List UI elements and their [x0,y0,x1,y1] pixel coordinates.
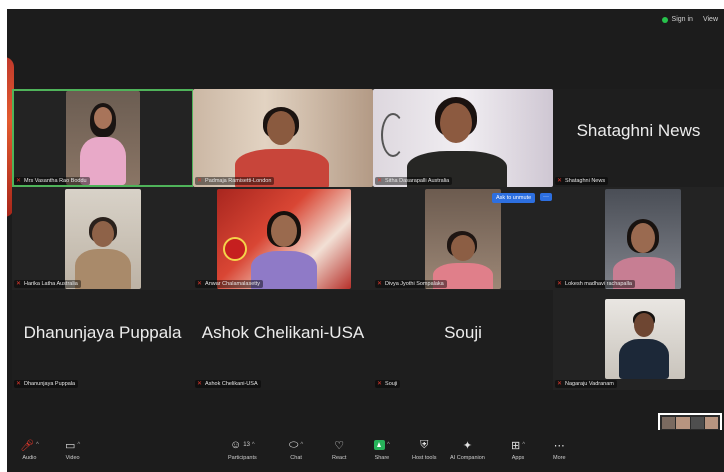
mic-muted-icon: ✕ [197,381,203,387]
meeting-toolbar: 🎤︎ ^ Audio ▭ ^ Video ☺ 13 ^ Participants ⬭ ^ … [7,430,724,472]
mic-muted-icon: ✕ [557,281,563,287]
mic-muted-icon: ✕ [197,281,203,287]
signin-label: Sign in [671,16,693,23]
video-button[interactable]: ▭ ^ Video [65,438,80,462]
host-tools-button[interactable]: ⛨ Host tools [412,438,436,462]
participant-display-name: Souji [444,323,482,342]
status-dot-icon [661,16,668,23]
chevron-up-icon[interactable]: ^ [252,442,255,448]
participants-icon: ☺ [230,439,242,451]
participant-name-label: ✕ Lokesh madhavi rachapalla [555,280,635,288]
sparkle-icon: ✦ [462,439,473,452]
shield-icon: ⛨ [420,438,429,451]
more-options-button[interactable]: ··· [540,193,552,201]
participant-tile[interactable]: ✕ Nagaraju Vadranam [553,290,724,390]
participant-video [217,189,351,289]
participant-tile[interactable]: Ask to unmute ··· ✕ Divya Jyothi Sompala… [373,187,553,290]
mic-muted-icon: ✕ [557,381,563,387]
chat-button[interactable]: ⬭ ^ Chat [289,438,303,462]
mic-muted-icon: ✕ [197,178,203,184]
participant-video [605,189,681,289]
heart-icon: ♡ [334,439,345,452]
chevron-up-icon[interactable]: ^ [522,442,525,448]
participant-tile[interactable]: Shataghni News ✕ Shataghni News [553,89,724,187]
participant-video [605,299,685,379]
mic-muted-icon: ✕ [16,381,22,387]
chevron-up-icon[interactable]: ^ [387,442,390,448]
apps-icon: ⊞ [511,439,521,452]
microphone-muted-icon: 🎤︎ [20,439,34,452]
participant-name-label: ✕ Souji [375,380,401,388]
apps-button[interactable]: ⊞ ^ Apps [511,438,525,462]
participant-tile[interactable]: ✕ Padmaja Ramisetti-London [193,89,373,187]
participant-display-name: Shataghni News [576,121,701,140]
participant-tile[interactable]: ✕ Harika Latha Australia [12,187,193,290]
participant-name-label: ✕ Dhanunjaya Puppala [14,380,79,388]
chat-icon: ⬭ [289,438,299,451]
share-screen-icon [374,440,385,450]
participant-name-label: ✕ Anwar Chalamalasetty [195,280,264,288]
mic-muted-icon: ✕ [377,381,383,387]
participant-name-label: ✕ Ashok Chelikani-USA [195,380,261,388]
top-bar: Sign in View [7,9,724,35]
participant-name-label: ✕ Harika Latha Australia [14,280,81,288]
participant-video [65,189,141,289]
signin-status[interactable]: Sign in View [661,16,718,23]
participant-name-label: ✕ Shataghni News [555,177,609,185]
participants-button[interactable]: ☺ 13 ^ Participants [228,438,257,461]
participant-video [425,189,501,289]
participant-name-label: ✕ Padmaja Ramisetti-London [195,177,275,185]
chevron-up-icon[interactable]: ^ [300,442,303,448]
mic-muted-icon: ✕ [16,178,22,184]
camera-icon: ▭ [65,439,76,452]
participant-name-label: ✕ Sitha Dasarapalli Australia [375,177,453,185]
mic-muted-icon: ✕ [377,178,383,184]
participant-display-name: Ashok Chelikani-USA [201,323,365,342]
audio-button[interactable]: 🎤︎ ^ Audio [20,438,39,462]
participant-tile[interactable]: Dhanunjaya Puppala ✕ Dhanunjaya Puppala [12,290,193,390]
participant-name-label: ✕ Divya Jyothi Sompalaka [375,280,447,288]
zoom-meeting-window: Sign in View ✕ Mrs Vasantha Rao Boddu ✕ … [7,9,724,472]
participant-video [193,89,373,187]
chevron-up-icon[interactable]: ^ [36,442,39,448]
participant-tile[interactable]: ✕ Anwar Chalamalasetty [193,187,373,290]
participant-display-name: Dhanunjaya Puppala [23,323,182,342]
participant-name-label: ✕ Nagaraju Vadranam [555,380,617,388]
mic-muted-icon: ✕ [557,178,563,184]
participant-video [66,91,140,185]
participant-tile[interactable]: Souji ✕ Souji [373,290,553,390]
share-button[interactable]: ^ Share [374,438,390,461]
mic-muted-icon: ✕ [16,281,22,287]
more-button[interactable]: ⋯ More [553,438,566,462]
participant-video [373,89,553,187]
participant-tile[interactable]: ✕ Mrs Vasantha Rao Boddu [12,89,194,187]
participant-tile[interactable]: ✕ Sitha Dasarapalli Australia [373,89,553,187]
mic-muted-icon: ✕ [377,281,383,287]
chevron-up-icon[interactable]: ^ [77,442,80,448]
participant-name-label: ✕ Mrs Vasantha Rao Boddu [14,177,90,185]
more-dots-icon: ⋯ [553,439,565,452]
participant-tile[interactable]: ✕ Lokesh madhavi rachapalla [553,187,724,290]
ask-to-unmute-button[interactable]: Ask to unmute [492,193,536,203]
view-label[interactable]: View [703,16,718,23]
react-button[interactable]: ♡ React [332,438,346,462]
ai-companion-button[interactable]: ✦ AI Companion [450,438,485,462]
participant-tile[interactable]: Ashok Chelikani-USA ✕ Ashok Chelikani-US… [193,290,373,390]
